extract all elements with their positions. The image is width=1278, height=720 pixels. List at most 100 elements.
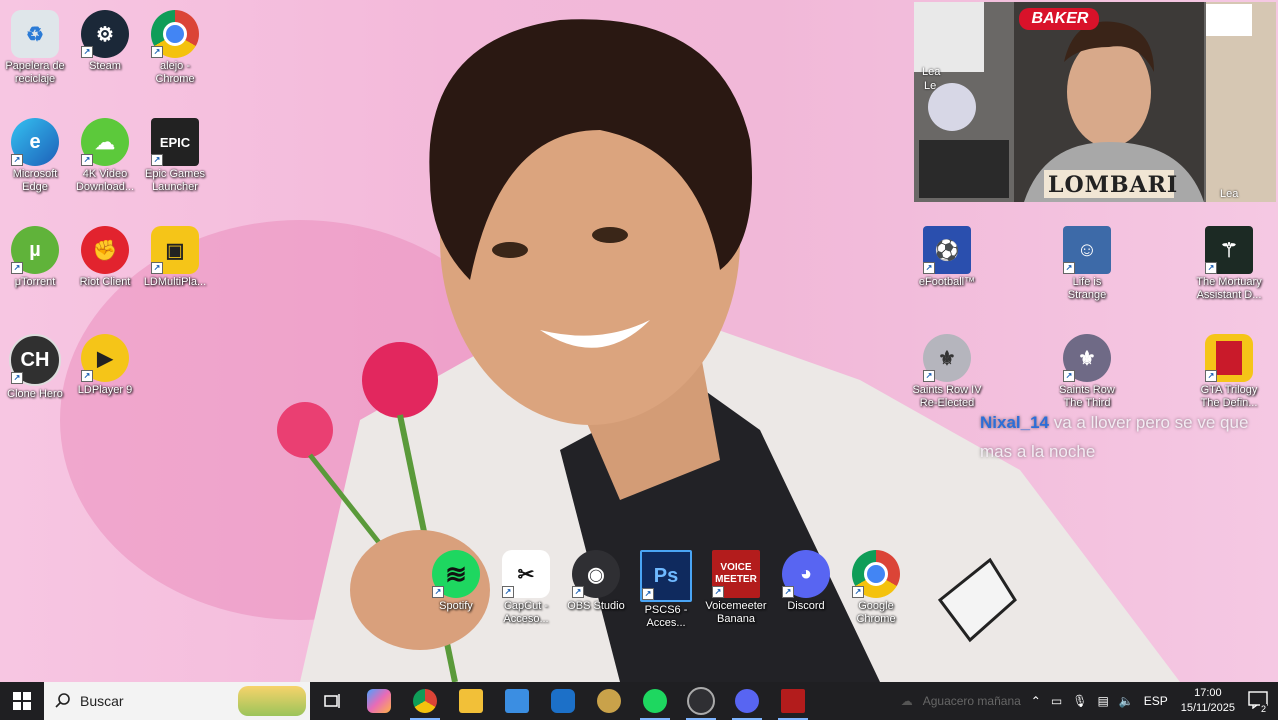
shortcut-arrow-icon: ↗ [923,262,935,274]
desktop-icon-riot-client[interactable]: ✊ Riot Client [70,220,140,289]
desktop-icon-photoshop[interactable]: Ps ↗ PSCS6 - Acces... [631,544,701,630]
icon-label: Riot Client [79,276,131,288]
shortcut-arrow-icon: ↗ [11,372,23,384]
desktop-icon-saints-row-iv[interactable]: ⚜ ↗ Saints Row IV Re-Elected [912,328,982,410]
icon-label: Life is Strange [1067,276,1107,301]
mortuary-assistant-icon: ⚚ ↗ [1205,226,1253,274]
network-icon[interactable]: ▤ [1097,694,1108,708]
desktop-icon-efootball[interactable]: ⚽ ↗ eFootball™ [912,220,982,289]
shortcut-arrow-icon: ↗ [572,586,584,598]
taskbar-league[interactable] [586,682,632,720]
clone-hero-icon: CH ↗ [9,334,61,386]
taskbar-voicemeeter[interactable] [770,682,816,720]
start-button[interactable] [0,682,44,720]
clock-date: 15/11/2025 [1180,702,1235,714]
desktop-icon-steam[interactable]: ⚙ ↗ Steam [70,4,140,73]
desktop-icon-chrome-profile[interactable]: ↗ alejo - Chrome [140,4,210,86]
webcam-partial-label: Lea [922,66,941,78]
desktop-icon-clone-hero[interactable]: CH ↗ Clone Hero [0,328,70,401]
icon-label: Epic Games Launcher [145,168,205,193]
desktop-icon-epic-games[interactable]: EPIC ↗ Epic Games Launcher [140,112,210,194]
shortcut-arrow-icon: ↗ [1205,262,1217,274]
icon-label: Microsoft Edge [12,168,58,193]
volume-icon[interactable]: 🔈 [1119,694,1134,708]
desktop-icon-utorrent[interactable]: µ ↗ μTorrent [0,220,70,289]
desktop-icon-google-chrome[interactable]: ↗ Google Chrome [841,544,911,626]
shortcut-arrow-icon: ↗ [642,588,654,600]
search-placeholder: Buscar [80,693,124,709]
taskbar-outlook[interactable] [540,682,586,720]
desktop-icon-mortuary-assistant[interactable]: ⚚ ↗ The Mortuary Assistant D... [1192,220,1266,302]
notification-center-button[interactable]: 2 [1248,690,1268,714]
desktop-icon-obs[interactable]: ◉ ↗ OBS Studio [561,544,631,613]
desktop-icon-saints-row-third[interactable]: ⚜ ↗ Saints Row The Third [1052,328,1122,410]
shortcut-arrow-icon: ↗ [923,370,935,382]
icon-label: Discord [787,600,825,612]
desktop-icon-ldmultiplayer[interactable]: ▣ ↗ LDMultiPla... [140,220,210,289]
icon-label: Clone Hero [7,388,63,400]
store-icon [505,689,529,713]
icon-label: Google Chrome [856,600,896,625]
search-highlight-image [238,686,306,716]
icon-label: Saints Row The Third [1059,384,1115,409]
icon-label: CapCut - Acceso... [503,600,549,625]
taskbar-microsoft-store[interactable] [494,682,540,720]
shortcut-arrow-icon: ↗ [1063,262,1075,274]
steam-icon: ⚙ ↗ [81,10,129,58]
device-icon[interactable]: ▭ [1051,694,1062,708]
desktop-icon-4k-video[interactable]: ☁ ↗ 4K Video Download... [70,112,140,194]
language-indicator[interactable]: ESP [1144,694,1168,708]
ldmultiplayer-icon: ▣ ↗ [151,226,199,274]
icon-label: Spotify [439,600,473,612]
clock-time: 17:00 [1194,687,1222,699]
task-view-icon [324,694,340,708]
desktop-icon-capcut[interactable]: ✂ ↗ CapCut - Acceso... [491,544,561,626]
desktop-icon-spotify[interactable]: ≋ ↗ Spotify [421,544,491,613]
shortcut-arrow-icon: ↗ [81,46,93,58]
utorrent-icon: µ ↗ [11,226,59,274]
shortcut-arrow-icon: ↗ [81,370,93,382]
shortcut-arrow-icon: ↗ [11,262,23,274]
desktop-icon-recycle-bin[interactable]: ♻ Papelera de reciclaje [0,4,70,86]
taskbar-copilot[interactable] [356,682,402,720]
windows-logo-icon [13,692,31,710]
taskbar-search-box[interactable]: Buscar [44,682,310,720]
4k-video-icon: ☁ ↗ [81,118,129,166]
shortcut-arrow-icon: ↗ [81,154,93,166]
taskbar-obs[interactable] [678,682,724,720]
epic-games-icon: EPIC ↗ [151,118,199,166]
microphone-icon[interactable]: 🎙 [1072,694,1087,708]
webcam-overlay: BAKER LOMBARI Lea Le Lea [914,2,1276,202]
desktop-icon-ldplayer[interactable]: ▶ ↗ LDPlayer 9 [70,328,140,397]
icon-label: LDPlayer 9 [77,384,133,396]
icon-label: The Mortuary Assistant D... [1196,276,1262,301]
desktop-icon-discord[interactable]: ◕ ↗ Discord [771,544,841,613]
taskbar-chrome[interactable] [402,682,448,720]
spotify-icon: ≋ ↗ [432,550,480,598]
voicemeeter-icon: VOICE MEETER ↗ [712,550,760,598]
weather-text[interactable]: Aguacero mañana [923,694,1021,708]
taskbar-spotify[interactable] [632,682,678,720]
discord-icon [735,689,759,713]
icon-label: Voicemeeter Banana [705,600,767,625]
taskbar-discord[interactable] [724,682,770,720]
desktop-icon-gta-trilogy[interactable]: ↗ GTA Trilogy The Defin... [1192,328,1266,410]
riot-icon: ✊ [81,226,129,274]
search-icon [55,693,70,708]
desktop-icon-life-is-strange[interactable]: ☺ ↗ Life is Strange [1052,220,1122,302]
taskbar-file-explorer[interactable] [448,682,494,720]
chevron-up-icon[interactable]: ⌃ [1031,694,1041,708]
discord-icon: ◕ ↗ [782,550,830,598]
icon-label: eFootball™ [918,276,976,288]
desktop-icon-voicemeeter[interactable]: VOICE MEETER ↗ Voicemeeter Banana [701,544,771,626]
saints-row-third-icon: ⚜ ↗ [1063,334,1111,382]
icon-label: alejo - Chrome [155,60,195,85]
desktop-icon-edge[interactable]: e ↗ Microsoft Edge [0,112,70,194]
clock[interactable]: 17:00 15/11/2025 [1181,686,1235,716]
life-is-strange-icon: ☺ ↗ [1063,226,1111,274]
taskbar: Buscar ☁ Aguacero mañana ⌃ ▭ 🎙 ▤ 🔈 ESP 1… [0,682,1278,720]
chrome-icon: ↗ [151,10,199,58]
taskbar-task-view[interactable] [310,682,356,720]
ldplayer-icon: ▶ ↗ [81,334,129,382]
league-icon [597,689,621,713]
